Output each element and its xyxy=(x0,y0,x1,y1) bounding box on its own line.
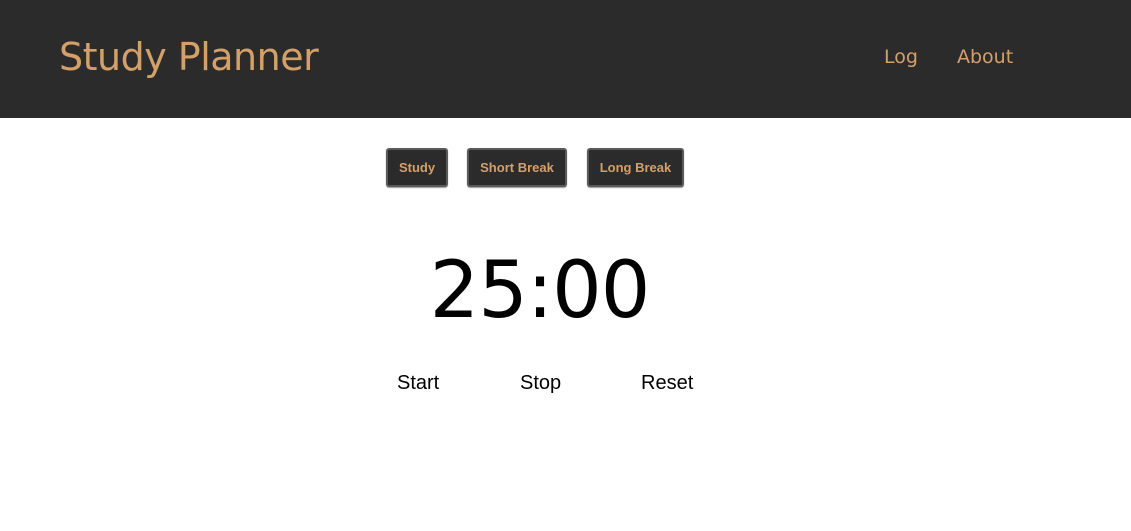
timer-display: 25:00 xyxy=(0,252,1131,330)
top-header: Study Planner Log About xyxy=(0,0,1131,118)
nav-link-log[interactable]: Log xyxy=(884,48,918,67)
timer-value: 25:00 xyxy=(429,246,651,336)
nav-link-about[interactable]: About xyxy=(957,48,1013,67)
timer-controls: Start Stop Reset xyxy=(0,373,1131,397)
mode-selector: Study Short Break Long Break xyxy=(0,148,1131,188)
reset-button[interactable]: Reset xyxy=(641,373,693,393)
stop-button[interactable]: Stop xyxy=(520,373,561,393)
study-mode-button[interactable]: Study xyxy=(386,148,448,187)
main-nav: Log About xyxy=(0,48,1131,76)
short-break-button[interactable]: Short Break xyxy=(467,148,567,187)
start-button[interactable]: Start xyxy=(397,373,439,393)
long-break-button[interactable]: Long Break xyxy=(587,148,684,187)
